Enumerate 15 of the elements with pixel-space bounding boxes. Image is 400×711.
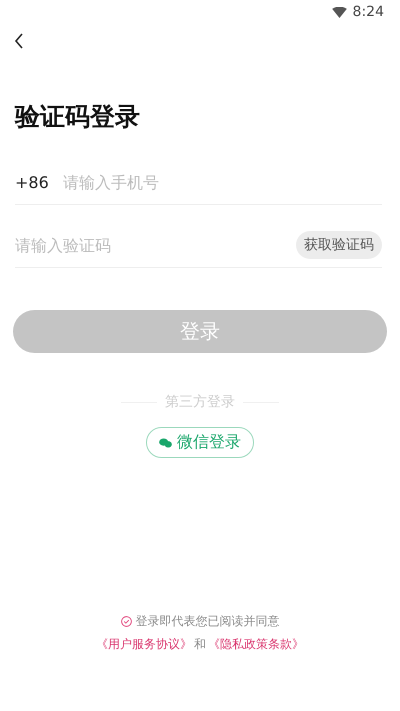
user-agreement-link[interactable]: 《用户服务协议》	[96, 636, 192, 653]
chat-bubbles-icon	[159, 438, 172, 448]
agree-checkbox[interactable]	[120, 616, 132, 627]
code-input-field[interactable]: 请输入验证码	[15, 236, 296, 254]
agreement-text: 登录即代表您已阅读并同意	[136, 613, 280, 630]
wifi-icon	[332, 6, 347, 18]
and-text: 和	[194, 636, 206, 653]
country-code[interactable]: +86	[15, 172, 49, 192]
phone-input-field[interactable]: 请输入手机号	[62, 172, 382, 192]
back-icon[interactable]	[14, 33, 24, 49]
page-title: 验证码登录	[15, 102, 141, 132]
status-time: 8:24	[352, 4, 384, 20]
wechat-login-button[interactable]: 微信登录	[146, 427, 254, 458]
privacy-policy-link[interactable]: 《隐私政策条款》	[208, 636, 304, 653]
get-code-button[interactable]: 获取验证码	[296, 231, 382, 259]
